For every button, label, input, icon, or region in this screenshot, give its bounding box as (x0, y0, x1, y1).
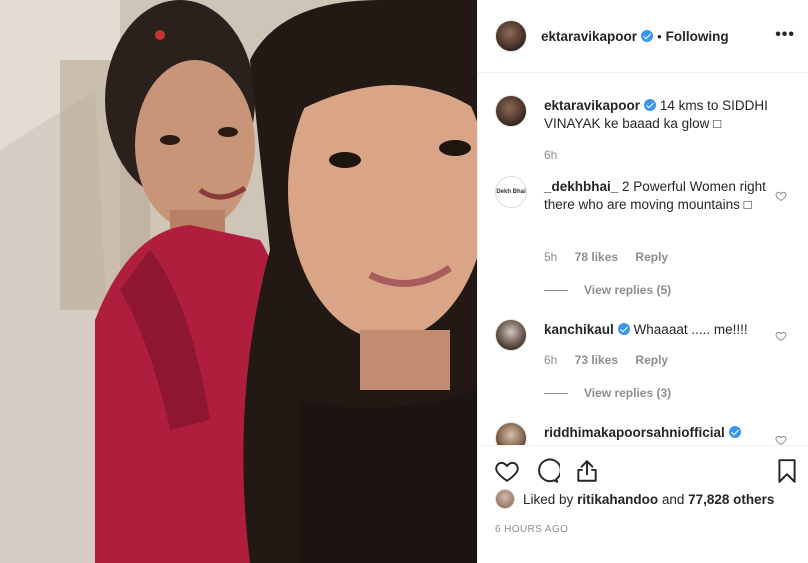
caption-time[interactable]: 6h (544, 148, 557, 162)
liker-avatar[interactable] (495, 489, 515, 509)
likes-summary: Liked by ritikahandoo and 77,828 others (495, 489, 774, 509)
comment-avatar[interactable] (495, 319, 527, 351)
comment-body: riddhimakapoorsahniofficial (544, 424, 772, 442)
comment-item: kanchikaul Whaaaat ..... me!!!! 6h 73 li… (495, 319, 795, 400)
photo-illustration (0, 0, 477, 563)
comment-like-heart-icon[interactable] (775, 330, 787, 342)
following-button[interactable]: Following (666, 29, 729, 44)
post-photo[interactable] (0, 0, 477, 563)
comment-username[interactable]: _dekhbhai_ (544, 179, 618, 194)
more-options-icon[interactable]: ••• (775, 27, 795, 43)
view-replies-label: View replies (5) (584, 283, 672, 297)
comment-item: Dekh Bhai _dekhbhai_ 2 Powerful Women ri… (495, 176, 795, 297)
replies-divider (544, 392, 568, 394)
comments-list[interactable]: ektaravikapoor 14 kms to SIDDHI VINAYAK … (478, 73, 808, 445)
like-heart-icon[interactable] (494, 458, 520, 484)
instagram-post: ektaravikapoor • Following ••• ektaravik… (0, 0, 808, 563)
comment-avatar-text: Dekh Bhai (496, 188, 526, 195)
post-sidebar: ektaravikapoor • Following ••• ektaravik… (477, 0, 808, 563)
verified-badge-icon (728, 426, 741, 438)
comment-reply-button[interactable]: Reply (635, 250, 668, 264)
comment-like-heart-icon[interactable] (775, 434, 787, 445)
liked-by-prefix: Liked by (523, 491, 574, 507)
post-actions: Liked by ritikahandoo and 77,828 others … (478, 445, 808, 563)
author-username[interactable]: ektaravikapoor (541, 29, 637, 44)
comment-like-heart-icon[interactable] (775, 190, 787, 202)
verified-badge-icon (644, 99, 657, 111)
comment-avatar[interactable] (495, 422, 527, 445)
comment-time[interactable]: 5h (544, 250, 557, 264)
separator-dot: • (657, 28, 662, 44)
caption-item: ektaravikapoor 14 kms to SIDDHI VINAYAK … (495, 95, 795, 165)
author-avatar[interactable] (495, 20, 527, 52)
view-replies-button[interactable]: View replies (5) (544, 283, 671, 297)
view-replies-label: View replies (3) (584, 386, 672, 400)
comment-item: riddhimakapoorsahniofficial (495, 422, 795, 445)
comment-reply-button[interactable]: Reply (635, 353, 668, 367)
caption-username[interactable]: ektaravikapoor (544, 98, 640, 113)
likes-count[interactable]: 77,828 others (688, 492, 774, 507)
view-replies-button[interactable]: View replies (3) (544, 386, 671, 400)
verified-badge-icon (641, 30, 654, 42)
comment-avatar[interactable]: Dekh Bhai (495, 176, 527, 208)
comment-bubble-icon[interactable] (534, 458, 560, 484)
post-header: ektaravikapoor • Following ••• (478, 0, 808, 73)
caption-body: ektaravikapoor 14 kms to SIDDHI VINAYAK … (544, 97, 772, 133)
comment-text: Whaaaat ..... me!!!! (633, 322, 748, 337)
comment-body: _dekhbhai_ 2 Powerful Women right there … (544, 178, 772, 214)
caption-meta: 6h (544, 148, 571, 162)
bookmark-icon[interactable] (774, 458, 800, 484)
comment-username[interactable]: riddhimakapoorsahniofficial (544, 425, 725, 440)
comment-likes[interactable]: 78 likes (575, 250, 618, 264)
liker-username[interactable]: ritikahandoo (577, 492, 658, 507)
comment-meta: 6h 73 likes Reply (544, 353, 682, 367)
liked-by-and: and (661, 491, 685, 507)
share-icon[interactable] (574, 458, 600, 484)
comment-time[interactable]: 6h (544, 353, 557, 367)
comment-likes[interactable]: 73 likes (575, 353, 618, 367)
comment-body: kanchikaul Whaaaat ..... me!!!! (544, 321, 772, 339)
post-timestamp[interactable]: 6 HOURS AGO (495, 524, 568, 535)
caption-avatar[interactable] (495, 95, 527, 127)
comment-meta: 5h 78 likes Reply (544, 250, 682, 264)
comment-username[interactable]: kanchikaul (544, 322, 614, 337)
replies-divider (544, 289, 568, 291)
verified-badge-icon (617, 323, 630, 335)
